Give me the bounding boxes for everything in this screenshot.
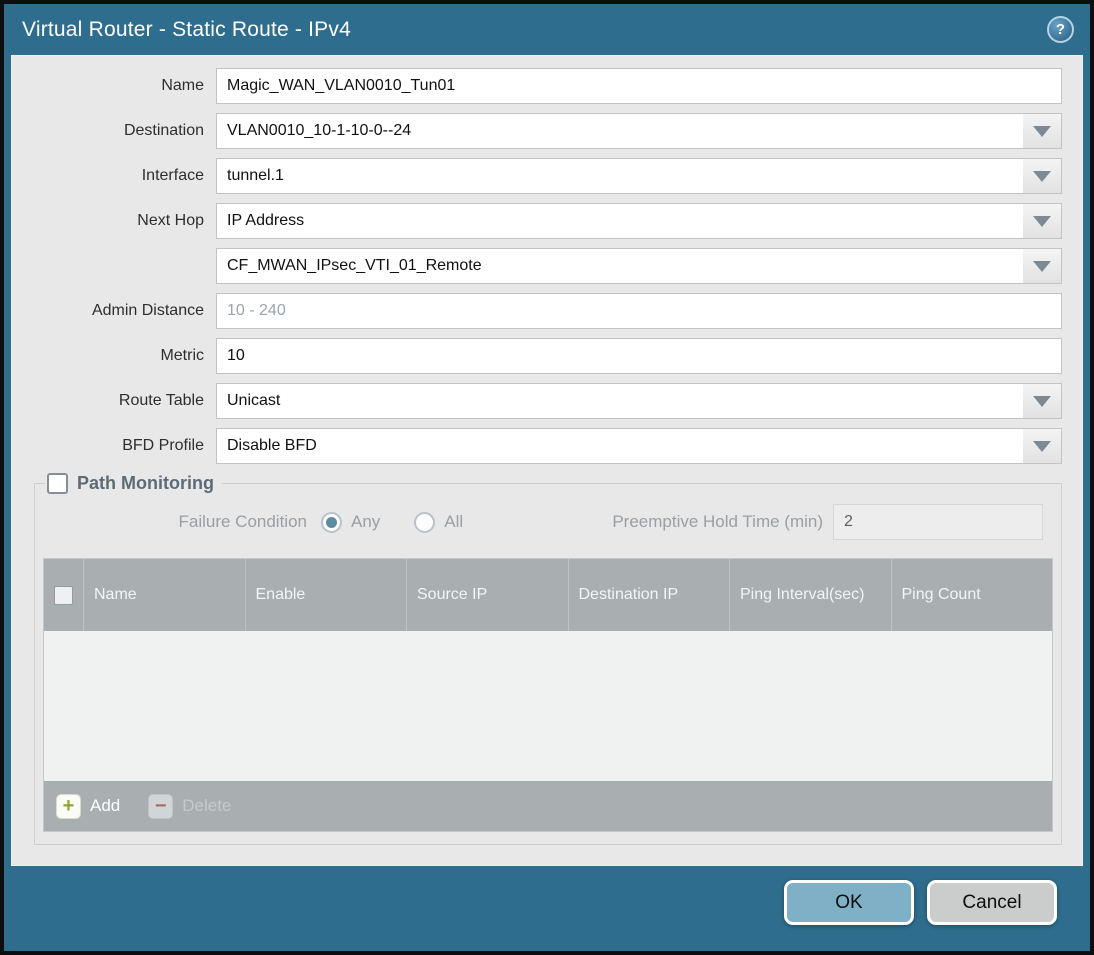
- minus-icon: −: [148, 793, 174, 819]
- table-header-row: Name Enable Source IP Destination IP Pin…: [44, 559, 1052, 631]
- next-hop-label: Next Hop: [137, 212, 204, 229]
- failure-condition-label: Failure Condition: [178, 512, 307, 531]
- interface-input[interactable]: [216, 158, 1062, 194]
- column-header-source-ip: Source IP: [406, 559, 568, 631]
- ok-button[interactable]: OK: [784, 880, 914, 925]
- delete-button: − Delete: [148, 793, 232, 819]
- static-route-form: Name Destination Interface: [12, 56, 1082, 464]
- name-label: Name: [161, 77, 204, 94]
- bfd-profile-field-wrap: [216, 428, 1062, 464]
- table-body-empty: [44, 631, 1052, 781]
- admin-distance-field-wrap: [216, 293, 1062, 329]
- static-route-dialog: Virtual Router - Static Route - IPv4 ? N…: [4, 4, 1090, 951]
- column-header-enable: Enable: [244, 559, 407, 631]
- radio-all-label: All: [444, 512, 464, 531]
- bfd-profile-dropdown-button[interactable]: [1023, 429, 1061, 463]
- name-field-wrap: [216, 68, 1062, 104]
- route-table-field-wrap: [216, 383, 1062, 419]
- next-hop-address-dropdown-button[interactable]: [1023, 249, 1061, 283]
- interface-dropdown-button[interactable]: [1023, 159, 1061, 193]
- next-hop-address-field-wrap: [216, 248, 1062, 284]
- bfd-profile-row: BFD Profile: [12, 428, 1062, 464]
- titlebar: Virtual Router - Static Route - IPv4 ?: [4, 4, 1090, 55]
- next-hop-row: Next Hop: [12, 203, 1062, 239]
- bfd-profile-label: BFD Profile: [122, 437, 204, 454]
- failure-condition-option-all: All: [414, 511, 464, 533]
- route-table-dropdown-button[interactable]: [1023, 384, 1061, 418]
- chevron-down-icon: [1033, 125, 1051, 137]
- path-monitoring-table: Name Enable Source IP Destination IP Pin…: [43, 558, 1053, 832]
- path-monitoring-group: Path Monitoring Failure Condition Any Al…: [34, 473, 1062, 845]
- name-input[interactable]: [216, 68, 1062, 104]
- radio-dot: [326, 516, 337, 528]
- destination-dropdown-button[interactable]: [1023, 114, 1061, 148]
- chevron-down-icon: [1033, 440, 1051, 452]
- path-monitoring-checkbox[interactable]: [47, 473, 68, 494]
- admin-distance-label: Admin Distance: [91, 302, 204, 319]
- chevron-down-icon: [1033, 260, 1051, 272]
- next-hop-type-input[interactable]: [216, 203, 1062, 239]
- column-header-name: Name: [83, 559, 245, 631]
- destination-field-wrap: [216, 113, 1062, 149]
- chevron-down-icon: [1033, 215, 1051, 227]
- help-icon[interactable]: ?: [1047, 16, 1074, 43]
- table-toolbar: + Add − Delete: [44, 781, 1052, 831]
- column-header-destination-ip: Destination IP: [567, 559, 730, 631]
- select-all-checkbox: [54, 585, 73, 605]
- name-row: Name: [12, 68, 1062, 104]
- bfd-profile-input[interactable]: [216, 428, 1062, 464]
- chevron-down-icon: [1033, 170, 1051, 182]
- add-button[interactable]: + Add: [56, 793, 121, 819]
- preemptive-hold-time-input: [833, 504, 1043, 540]
- route-table-label: Route Table: [118, 392, 204, 409]
- next-hop-type-field-wrap: [216, 203, 1062, 239]
- plus-icon: +: [56, 793, 81, 819]
- radio-all: [414, 511, 436, 533]
- cancel-button[interactable]: Cancel: [927, 880, 1057, 925]
- route-table-input[interactable]: [216, 383, 1062, 419]
- metric-field-wrap: [216, 338, 1062, 374]
- path-monitoring-legend: Path Monitoring: [45, 473, 222, 494]
- radio-any-label: Any: [351, 512, 381, 531]
- delete-button-label: Delete: [182, 796, 232, 815]
- column-header-ping-count: Ping Count: [890, 559, 1053, 631]
- failure-condition-row: Failure Condition Any All Preemptive Hol…: [43, 504, 1053, 540]
- preemptive-hold-time-label: Preemptive Hold Time (min): [612, 512, 823, 531]
- next-hop-address-row: [12, 248, 1062, 284]
- interface-row: Interface: [12, 158, 1062, 194]
- dialog-content: Name Destination Interface: [11, 55, 1083, 866]
- metric-row: Metric: [12, 338, 1062, 374]
- destination-label: Destination: [123, 122, 204, 139]
- column-header-ping-interval: Ping Interval(sec): [729, 559, 891, 631]
- admin-distance-row: Admin Distance: [12, 293, 1062, 329]
- next-hop-address-spacer: [12, 248, 216, 284]
- failure-condition-option-any: Any: [321, 511, 381, 533]
- admin-distance-input[interactable]: [216, 293, 1062, 329]
- radio-any: [321, 511, 342, 533]
- metric-label: Metric: [160, 347, 204, 364]
- route-table-row: Route Table: [12, 383, 1062, 419]
- table-header-select-all: [44, 559, 83, 631]
- destination-row: Destination: [12, 113, 1062, 149]
- next-hop-type-dropdown-button[interactable]: [1023, 204, 1061, 238]
- dialog-footer: OK Cancel: [4, 866, 1090, 951]
- next-hop-address-input[interactable]: [216, 248, 1062, 284]
- chevron-down-icon: [1033, 395, 1051, 407]
- interface-label: Interface: [141, 167, 204, 184]
- metric-input[interactable]: [216, 338, 1062, 374]
- destination-input[interactable]: [216, 113, 1062, 149]
- dialog-window: Virtual Router - Static Route - IPv4 ? N…: [0, 0, 1094, 955]
- interface-field-wrap: [216, 158, 1062, 194]
- path-monitoring-title: Path Monitoring: [77, 473, 214, 493]
- add-button-label: Add: [90, 796, 121, 815]
- dialog-title: Virtual Router - Static Route - IPv4: [22, 17, 351, 41]
